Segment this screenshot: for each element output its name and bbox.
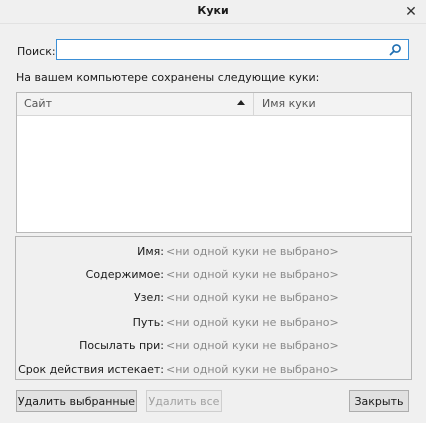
detail-value: <ни одной куки не выбрано> bbox=[166, 268, 339, 281]
detail-label: Узел: bbox=[133, 291, 164, 304]
detail-value: <ни одной куки не выбрано> bbox=[166, 291, 339, 304]
detail-row-expires: Срок действия истекает: <ни одной куки н… bbox=[16, 363, 411, 379]
search-icon[interactable] bbox=[389, 43, 402, 56]
detail-label: Путь: bbox=[132, 316, 164, 329]
search-input[interactable] bbox=[60, 41, 384, 60]
table-header: Сайт Имя куки bbox=[17, 93, 411, 116]
cookies-table[interactable]: Сайт Имя куки bbox=[16, 92, 412, 233]
detail-row-path: Путь: <ни одной куки не выбрано> bbox=[16, 316, 411, 332]
sort-ascending-icon bbox=[237, 100, 245, 105]
detail-value: <ни одной куки не выбрано> bbox=[166, 339, 339, 352]
cookie-details-panel: Имя: <ни одной куки не выбрано> Содержим… bbox=[15, 236, 412, 380]
search-field[interactable] bbox=[56, 39, 409, 60]
column-header-cookie-name[interactable]: Имя куки bbox=[254, 93, 411, 115]
detail-value: <ни одной куки не выбрано> bbox=[166, 316, 339, 329]
remove-all-button[interactable]: Удалить все bbox=[146, 390, 222, 412]
column-header-site-label: Сайт bbox=[24, 97, 52, 110]
column-header-site[interactable]: Сайт bbox=[17, 93, 254, 115]
close-button[interactable]: Закрыть bbox=[349, 390, 409, 412]
detail-row-host: Узел: <ни одной куки не выбрано> bbox=[16, 291, 411, 307]
detail-row-send-for: Посылать при: <ни одной куки не выбрано> bbox=[16, 339, 411, 355]
search-label: Поиск: bbox=[17, 45, 56, 58]
detail-value: <ни одной куки не выбрано> bbox=[166, 245, 339, 258]
detail-row-name: Имя: <ни одной куки не выбрано> bbox=[16, 245, 411, 261]
detail-label: Имя: bbox=[137, 245, 164, 258]
close-window-button[interactable]: ✕ bbox=[396, 0, 426, 23]
title-bar: Куки ✕ bbox=[0, 0, 426, 24]
detail-value: <ни одной куки не выбрано> bbox=[166, 363, 339, 376]
cookies-description: На вашем компьютере сохранены следующие … bbox=[16, 71, 320, 84]
detail-row-content: Содержимое: <ни одной куки не выбрано> bbox=[16, 268, 411, 284]
remove-selected-button[interactable]: Удалить выбранные bbox=[16, 390, 137, 412]
detail-label: Срок действия истекает: bbox=[18, 363, 164, 376]
detail-label: Содержимое: bbox=[85, 268, 164, 281]
detail-label: Посылать при: bbox=[79, 339, 164, 352]
column-header-cookie-name-label: Имя куки bbox=[262, 97, 316, 110]
window-title: Куки bbox=[197, 4, 229, 17]
